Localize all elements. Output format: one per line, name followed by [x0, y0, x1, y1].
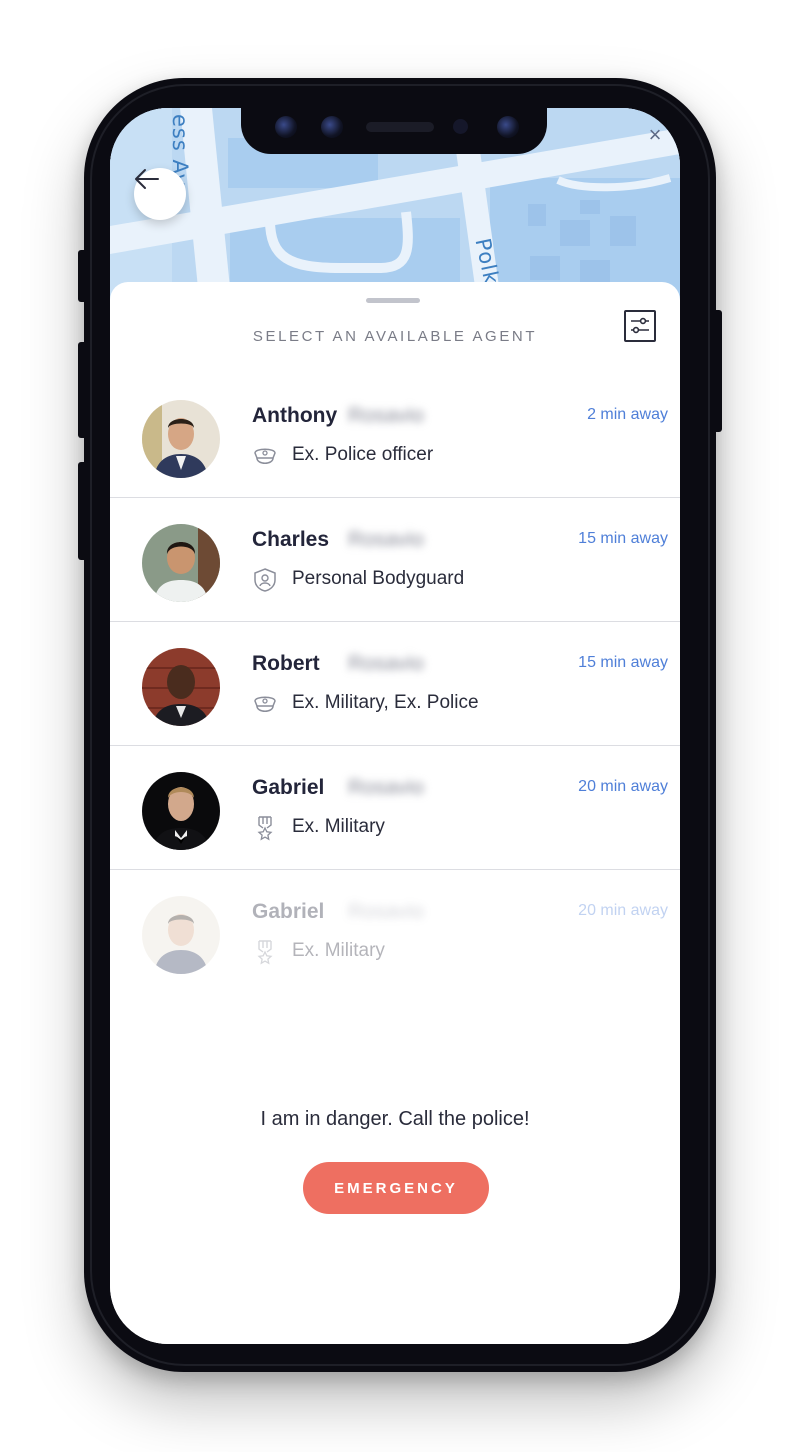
gabriel-avatar — [142, 896, 220, 974]
agent-first-name: Charles — [252, 528, 330, 551]
camera-lens-icon — [497, 116, 519, 138]
shield-person-icon — [254, 568, 276, 592]
agent-first-name: Anthony — [252, 404, 338, 427]
arrow-left-icon — [135, 169, 159, 189]
camera-notch — [241, 108, 547, 154]
avatar-photo — [142, 896, 220, 974]
avatar-photo — [142, 772, 220, 850]
agent-role: Ex. Military — [292, 940, 385, 961]
agent-first-name: Gabriel — [252, 900, 325, 923]
camera-lens-icon — [275, 116, 297, 138]
power-button — [710, 310, 722, 432]
anthony-avatar — [142, 400, 220, 478]
danger-prompt: I am in danger. Call the police! — [260, 1108, 530, 1130]
avatar-photo — [142, 400, 220, 478]
police-cap-icon — [254, 696, 276, 712]
agent-list: Anthony Rosavio 2 min away Ex. Police of… — [110, 374, 680, 993]
agent-last-name: Rosavio — [348, 900, 424, 923]
volume-down-button — [78, 462, 90, 560]
sheet-drag-handle[interactable] — [366, 298, 420, 303]
agent-row-charles[interactable]: Charles Rosavio 15 min away Personal Bod… — [110, 498, 680, 622]
agent-eta: 15 min away — [578, 530, 668, 547]
sliders-icon — [631, 317, 649, 334]
sheet-title: SELECT AN AVAILABLE AGENT — [252, 328, 538, 345]
mute-switch — [78, 250, 90, 302]
robert-avatar — [142, 648, 220, 726]
agent-eta: 2 min away — [587, 406, 668, 423]
agent-row-anthony[interactable]: Anthony Rosavio 2 min away Ex. Police of… — [110, 374, 680, 498]
avatar-photo — [142, 648, 220, 726]
filter-button[interactable] — [624, 310, 656, 342]
agent-first-name: Robert — [252, 652, 320, 675]
close-icon[interactable]: × — [646, 124, 664, 146]
agent-sheet: SELECT AN AVAILABLE AGENT Anthony Rosavi… — [110, 282, 680, 1344]
agent-last-name: Rosavio — [348, 652, 424, 675]
agent-role: Personal Bodyguard — [292, 568, 465, 589]
volume-up-button — [78, 342, 90, 438]
agent-role: Ex. Police officer — [292, 444, 434, 465]
agent-row-gabriel[interactable]: Gabriel Rosavio 20 min away Ex. Military — [110, 746, 680, 870]
police-cap-icon — [254, 448, 276, 464]
phone-screen: ess Ave Polk × SELECT AN AVAILABLE AGENT — [110, 108, 680, 1344]
avatar-photo — [142, 524, 220, 602]
speaker-grille — [366, 122, 434, 132]
charles-avatar — [142, 524, 220, 602]
agent-role: Ex. Military, Ex. Police — [292, 692, 479, 713]
medal-icon — [257, 940, 273, 965]
agent-role: Ex. Military — [292, 816, 385, 837]
agent-row-gabriel-faded[interactable]: Gabriel Rosavio 20 min away Ex. Military — [110, 870, 680, 993]
agent-row-robert[interactable]: Robert Rosavio 15 min away Ex. Military,… — [110, 622, 680, 746]
agent-first-name: Gabriel — [252, 776, 325, 799]
agent-last-name: Rosavio — [348, 528, 424, 551]
camera-lens-icon — [321, 116, 343, 138]
gabriel-avatar — [142, 772, 220, 850]
sensor-dot — [453, 119, 468, 134]
back-button[interactable] — [134, 168, 186, 220]
agent-eta: 20 min away — [578, 902, 668, 919]
agent-last-name: Rosavio — [348, 404, 424, 427]
medal-icon — [257, 816, 273, 841]
agent-eta: 20 min away — [578, 778, 668, 795]
agent-eta: 15 min away — [578, 654, 668, 671]
agent-last-name: Rosavio — [348, 776, 424, 799]
emergency-button[interactable]: EMERGENCY — [303, 1162, 489, 1214]
